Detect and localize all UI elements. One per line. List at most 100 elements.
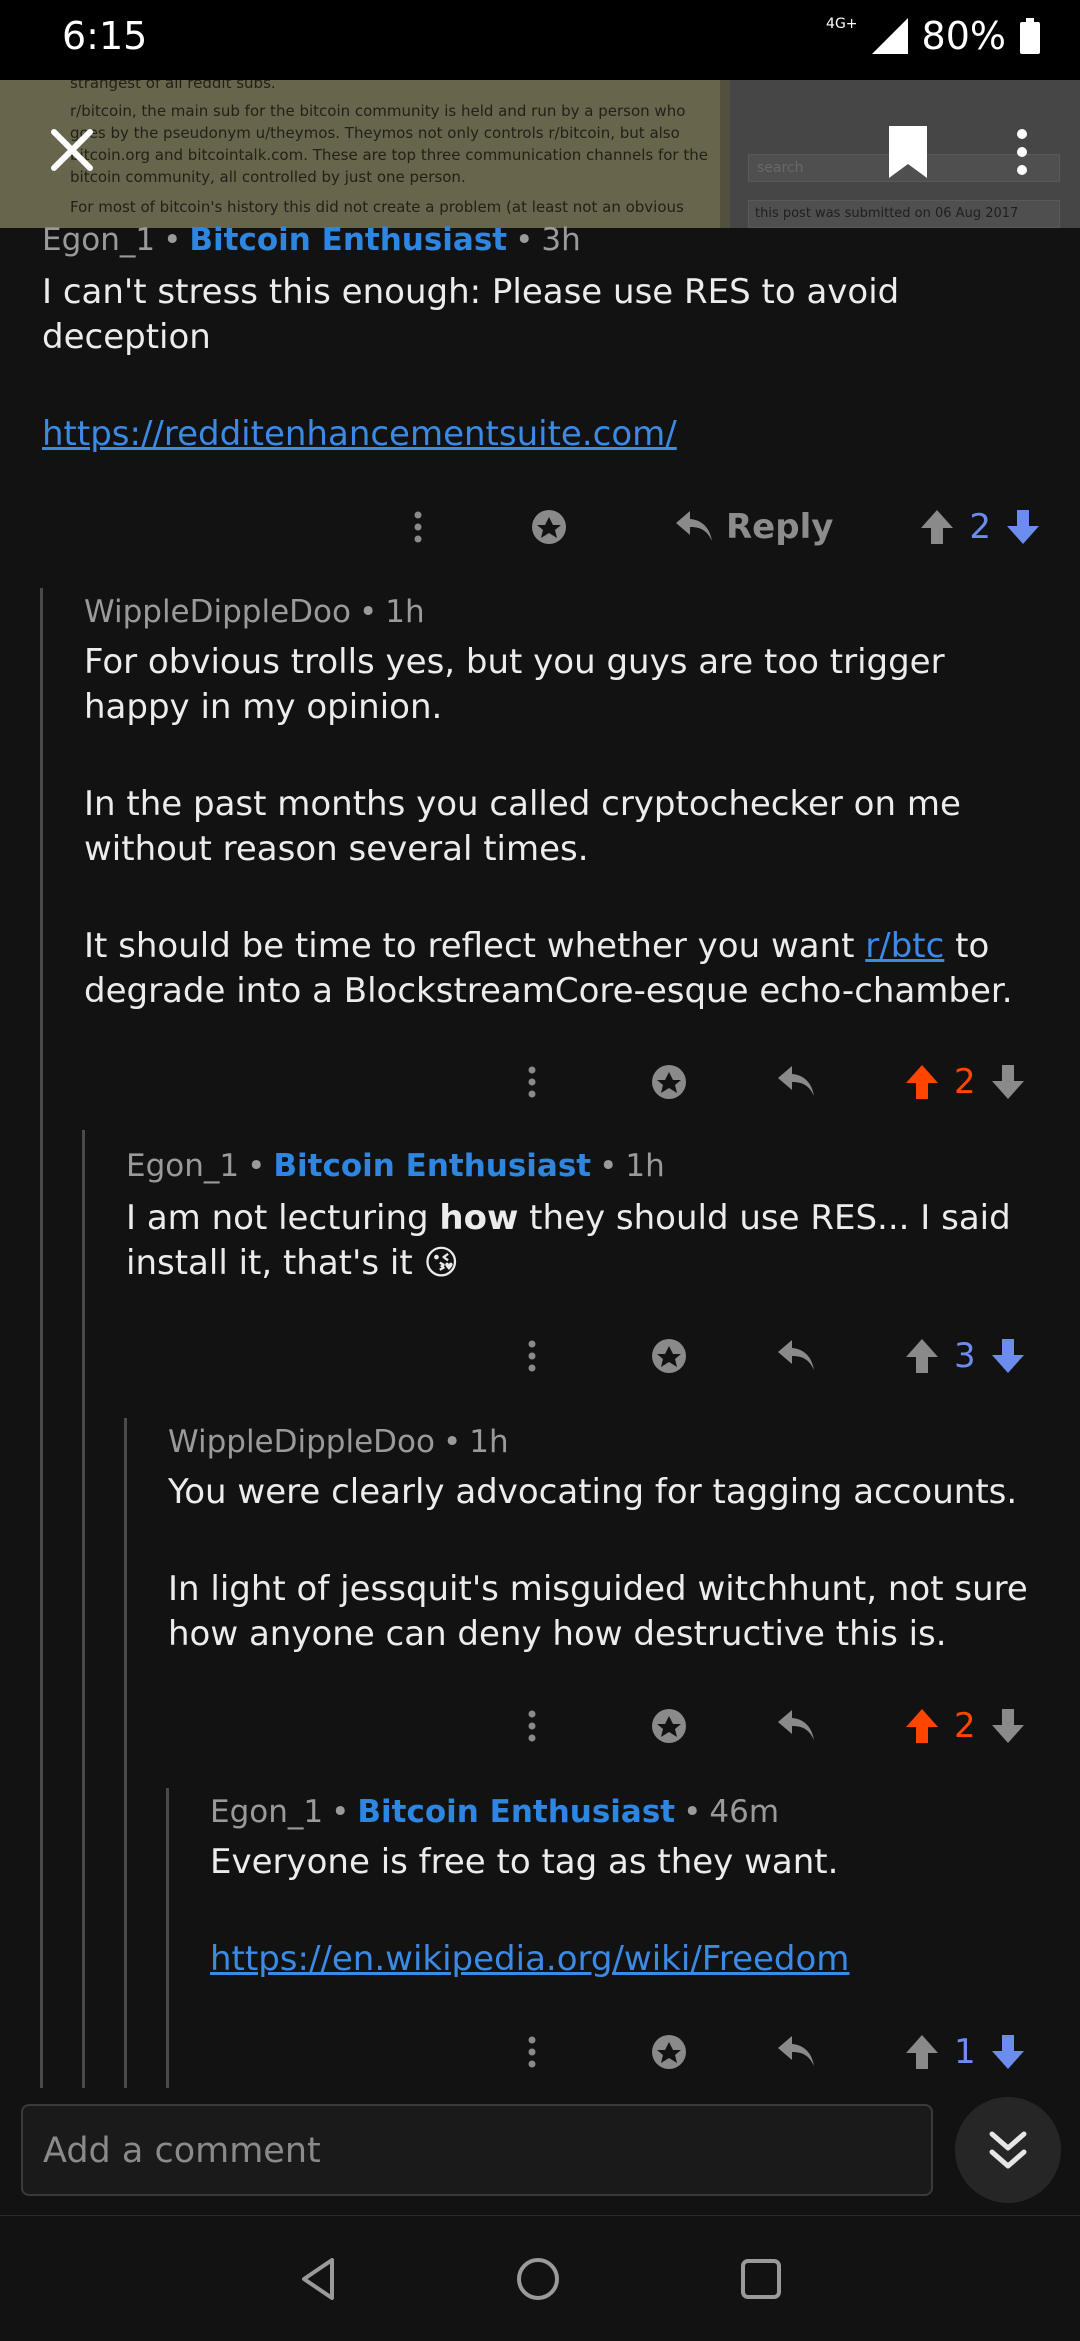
comment-meta: WippleDippleDoo • 1h [168, 1424, 509, 1460]
comment-link[interactable]: https://redditenhancementsuite.com/ [42, 414, 677, 454]
bookmark-icon [889, 126, 927, 178]
subreddit-link[interactable]: r/btc [865, 926, 944, 966]
recents-square-icon [741, 2259, 781, 2299]
reply-icon [778, 1710, 814, 1740]
comment-meta: Egon_1 • Bitcoin Enthusiast • 46m [210, 1794, 780, 1830]
thread-line [40, 588, 43, 2088]
award-button[interactable] [650, 1707, 688, 1745]
battery-percent: 80% [921, 14, 1006, 58]
comment-age: 1h [469, 1424, 509, 1460]
comment-actions: 2 [526, 1696, 1026, 1756]
signal-icon [871, 18, 908, 54]
more-vertical-icon [528, 1710, 536, 1742]
comment-text: You were clearly advocating for tagging … [168, 1472, 1018, 1512]
more-options-button[interactable] [1014, 128, 1030, 180]
comment-text: I can't stress this enough: Please use R… [42, 272, 900, 357]
reply-button[interactable] [776, 1064, 816, 1100]
reply-icon [778, 1340, 814, 1370]
add-comment-input[interactable] [23, 2106, 953, 2196]
reply-button[interactable] [776, 2034, 816, 2070]
award-button[interactable] [650, 1337, 688, 1375]
add-comment-field[interactable] [21, 2104, 953, 2196]
home-circle-icon [517, 2258, 559, 2300]
comment-text: Everyone is free to tag as they want. [210, 1842, 839, 1882]
user-flair: Bitcoin Enthusiast [273, 1148, 592, 1184]
vote-count: 1 [954, 2032, 976, 2072]
upvote-button[interactable] [904, 1063, 940, 1101]
comment-author[interactable]: WippleDippleDoo [168, 1424, 435, 1460]
thread-line [124, 1418, 127, 2088]
close-button[interactable] [50, 128, 94, 176]
comment-author[interactable]: WippleDippleDoo [84, 594, 351, 630]
more-vertical-icon [528, 1340, 536, 1372]
back-triangle-icon [302, 2258, 334, 2300]
award-button[interactable] [530, 508, 568, 546]
next-comment-button[interactable] [955, 2097, 1061, 2203]
comment-body: For obvious trolls yes, but you guys are… [84, 640, 1059, 1014]
downvote-button[interactable] [990, 1063, 1026, 1101]
upvote-button[interactable] [904, 1337, 940, 1375]
nav-back-button[interactable] [296, 2256, 342, 2306]
award-icon [532, 510, 566, 544]
comment-more-button[interactable] [526, 2036, 538, 2068]
comment-meta: Egon_1 • Bitcoin Enthusiast • 1h [126, 1148, 665, 1184]
upvote-arrow-icon [906, 1065, 938, 1099]
comment-actions: 2 [526, 1052, 1026, 1112]
reply-icon [676, 511, 712, 541]
downvote-arrow-icon [991, 1709, 1024, 1743]
reply-button[interactable] [776, 1338, 816, 1374]
comment-meta: Egon_1 • Bitcoin Enthusiast • 3h [42, 222, 581, 258]
comment-meta: WippleDippleDoo • 1h [84, 594, 425, 630]
comment-author[interactable]: Egon_1 [126, 1148, 239, 1184]
user-flair: Bitcoin Enthusiast [189, 222, 508, 258]
reply-label: Reply [726, 507, 834, 547]
status-right: 4G+ 80% [826, 14, 1040, 58]
comment-more-button[interactable] [526, 1340, 538, 1372]
nav-home-button[interactable] [515, 2256, 561, 2306]
thread-line [166, 1788, 169, 2088]
comment-text: For obvious trolls yes, but you guys are… [84, 642, 945, 727]
upvote-button[interactable] [904, 1707, 940, 1745]
upvote-arrow-icon [906, 1339, 938, 1373]
comment-age: 46m [709, 1794, 780, 1830]
comment-more-button[interactable] [526, 1066, 538, 1098]
comment-text: In light of jessquit's misguided witchhu… [168, 1569, 1028, 1654]
downvote-button[interactable] [990, 2033, 1026, 2071]
battery-icon [1020, 18, 1040, 54]
close-icon [51, 129, 93, 171]
reply-button[interactable] [776, 1708, 816, 1744]
comment-actions: 3 [526, 1326, 1026, 1386]
upvote-arrow-icon [921, 510, 954, 544]
comment-age: 1h [625, 1148, 665, 1184]
kiss-emoji: 😘 [423, 1243, 459, 1283]
comment-body: I can't stress this enough: Please use R… [42, 270, 1042, 457]
comment-more-button[interactable] [404, 511, 432, 543]
reply-button[interactable]: Reply [674, 507, 833, 547]
comment-body: I am not lecturing how they should use R… [126, 1196, 1061, 1286]
award-icon [652, 2035, 686, 2069]
more-vertical-icon [528, 2036, 536, 2068]
vote-count: 2 [954, 1062, 976, 1102]
downvote-button[interactable] [990, 1337, 1026, 1375]
double-chevron-down-icon [989, 2131, 1027, 2169]
comment-body: Everyone is free to tag as they want. ht… [210, 1840, 1070, 1982]
comment-more-button[interactable] [526, 1710, 538, 1742]
upvote-arrow-icon [906, 2035, 938, 2069]
comment-link[interactable]: https://en.wikipedia.org/wiki/Freedom [210, 1939, 849, 1979]
save-button[interactable] [885, 124, 931, 184]
comment-body: You were clearly advocating for tagging … [168, 1470, 1068, 1657]
comment-age: 1h [385, 594, 425, 630]
upvote-button[interactable] [919, 508, 955, 546]
award-icon [652, 1065, 686, 1099]
upvote-button[interactable] [904, 2033, 940, 2071]
award-button[interactable] [650, 1063, 688, 1101]
comment-author[interactable]: Egon_1 [210, 1794, 323, 1830]
thread-line [82, 1130, 85, 2088]
downvote-button[interactable] [990, 1707, 1026, 1745]
comment-author[interactable]: Egon_1 [42, 222, 155, 258]
award-button[interactable] [650, 2033, 688, 2071]
status-time: 6:15 [62, 14, 148, 58]
vote-count: 3 [954, 1336, 976, 1376]
nav-recents-button[interactable] [740, 2258, 782, 2304]
downvote-button[interactable] [1005, 508, 1041, 546]
